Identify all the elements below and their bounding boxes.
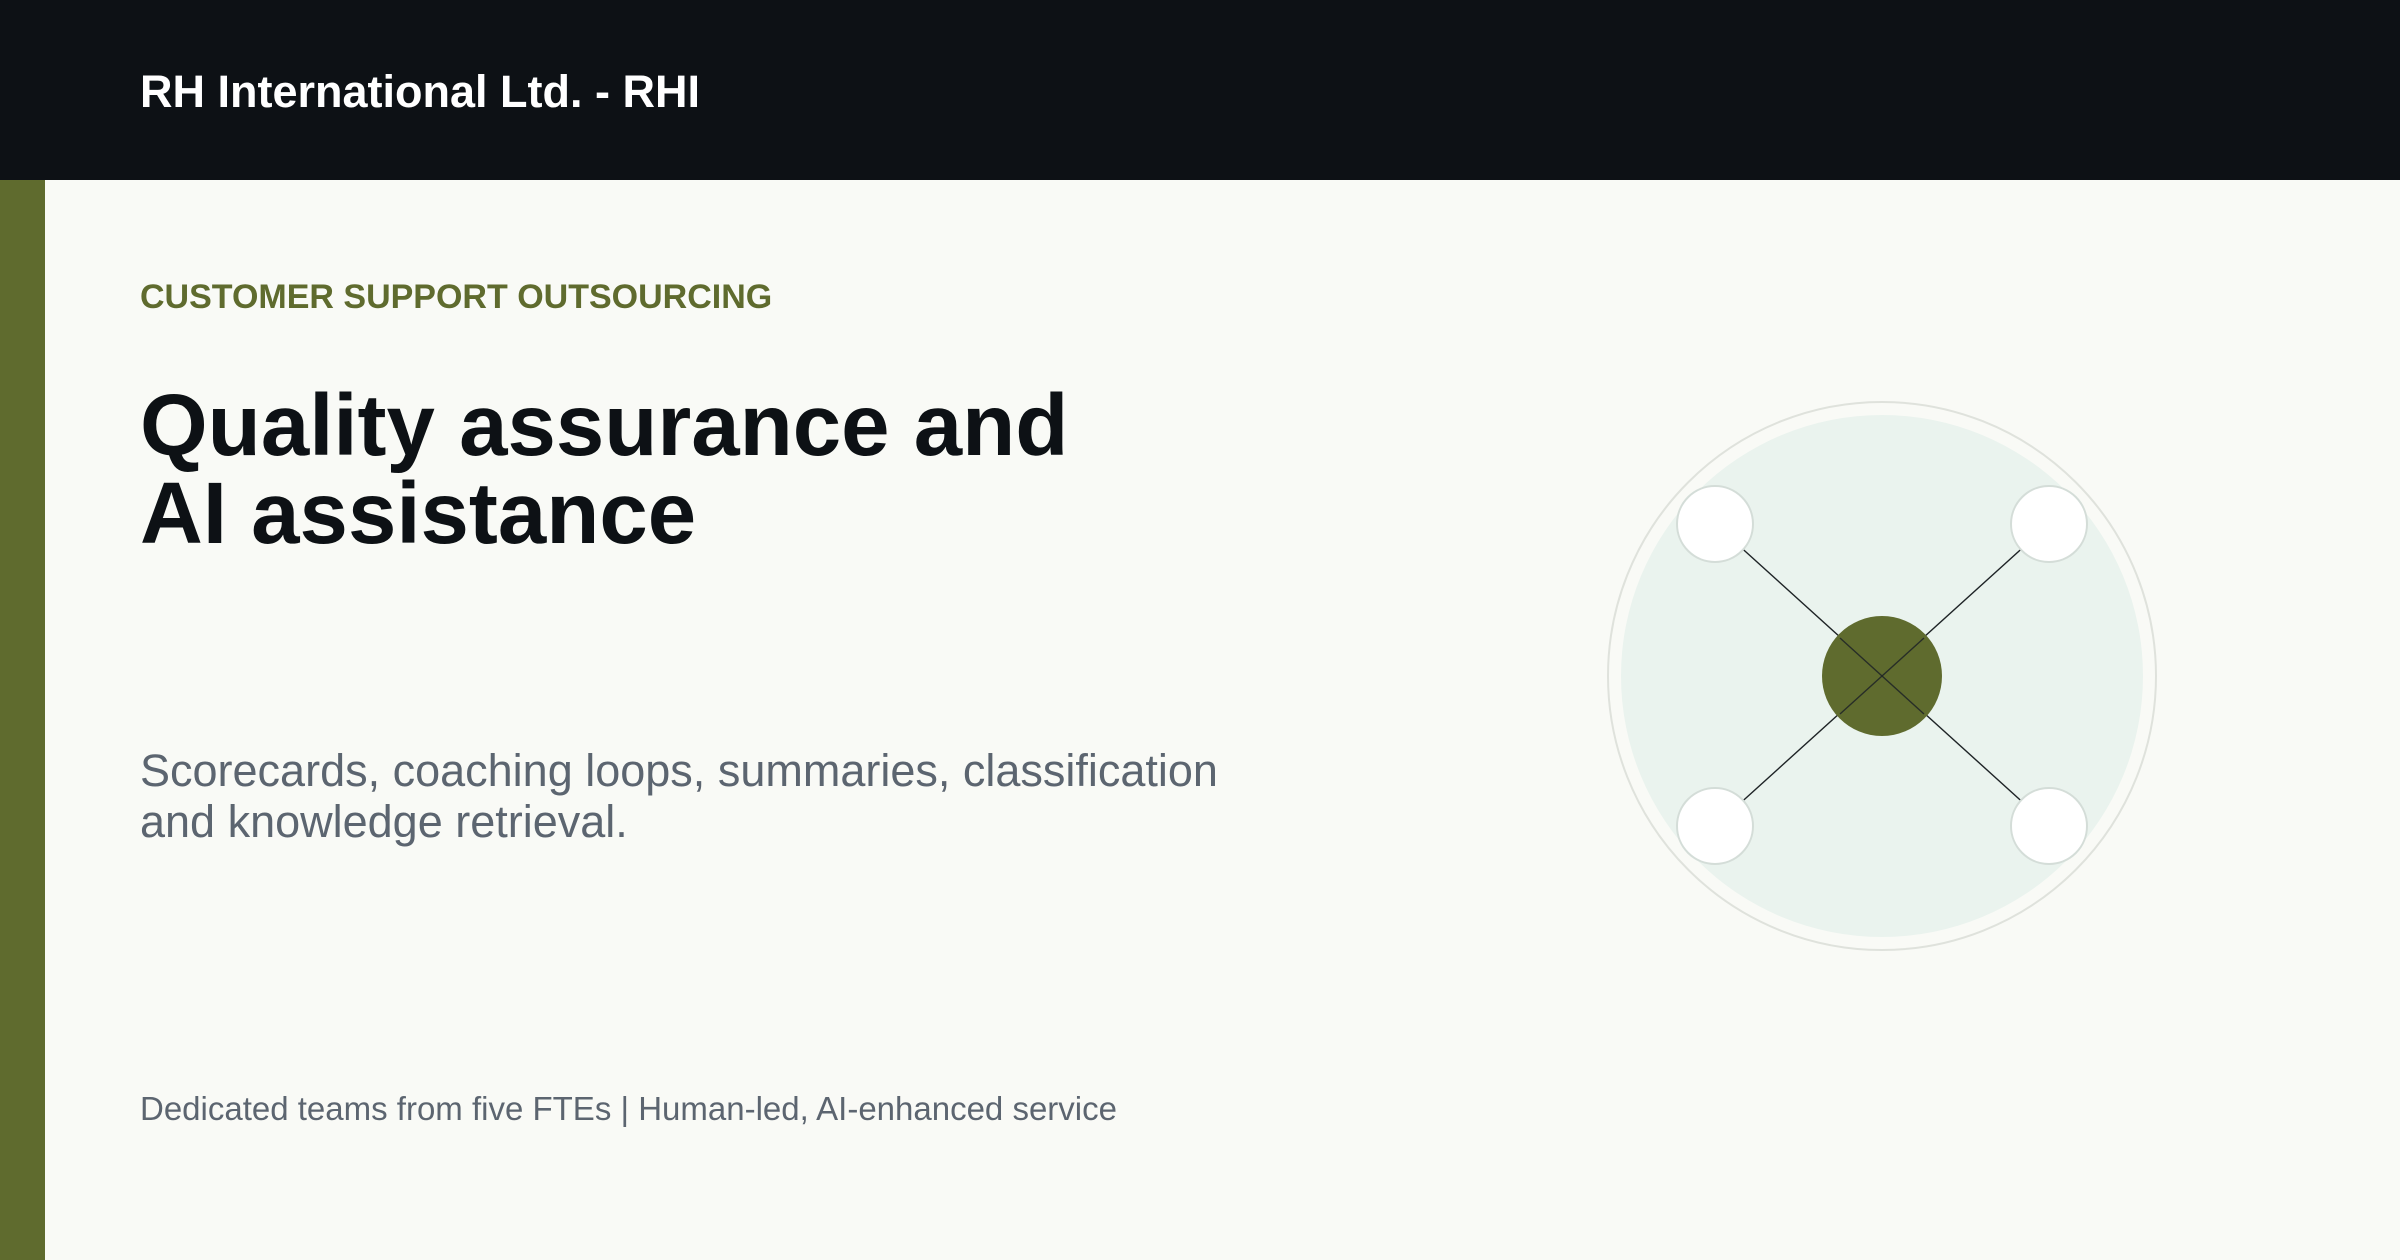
hero-headline-line-1: Quality assurance and [140,377,1069,474]
hero-subtitle-line-2: and knowledge retrieval. [140,796,628,847]
hero-headline: Quality assurance and AI assistance [140,382,1340,558]
brand-title: RH International Ltd. - RHI [140,66,700,117]
hero-subtitle-line-1: Scorecards, coaching loops, summaries, c… [140,745,1218,796]
satellite-node-bottom-right [2010,787,2088,865]
hub-network-illustration [1607,401,2157,951]
left-accent-bar [0,180,45,1260]
satellite-node-top-right [2010,485,2088,563]
top-header-bar: RH International Ltd. - RHI [0,0,2400,180]
satellite-node-bottom-left [1676,787,1754,865]
hero-headline-line-2: AI assistance [140,465,697,562]
section-eyebrow: CUSTOMER SUPPORT OUTSOURCING [140,278,773,316]
footer-note: Dedicated teams from five FTEs | Human-l… [140,1090,1117,1127]
satellite-node-top-left [1676,485,1754,563]
hero-subtitle: Scorecards, coaching loops, summaries, c… [140,745,1300,847]
